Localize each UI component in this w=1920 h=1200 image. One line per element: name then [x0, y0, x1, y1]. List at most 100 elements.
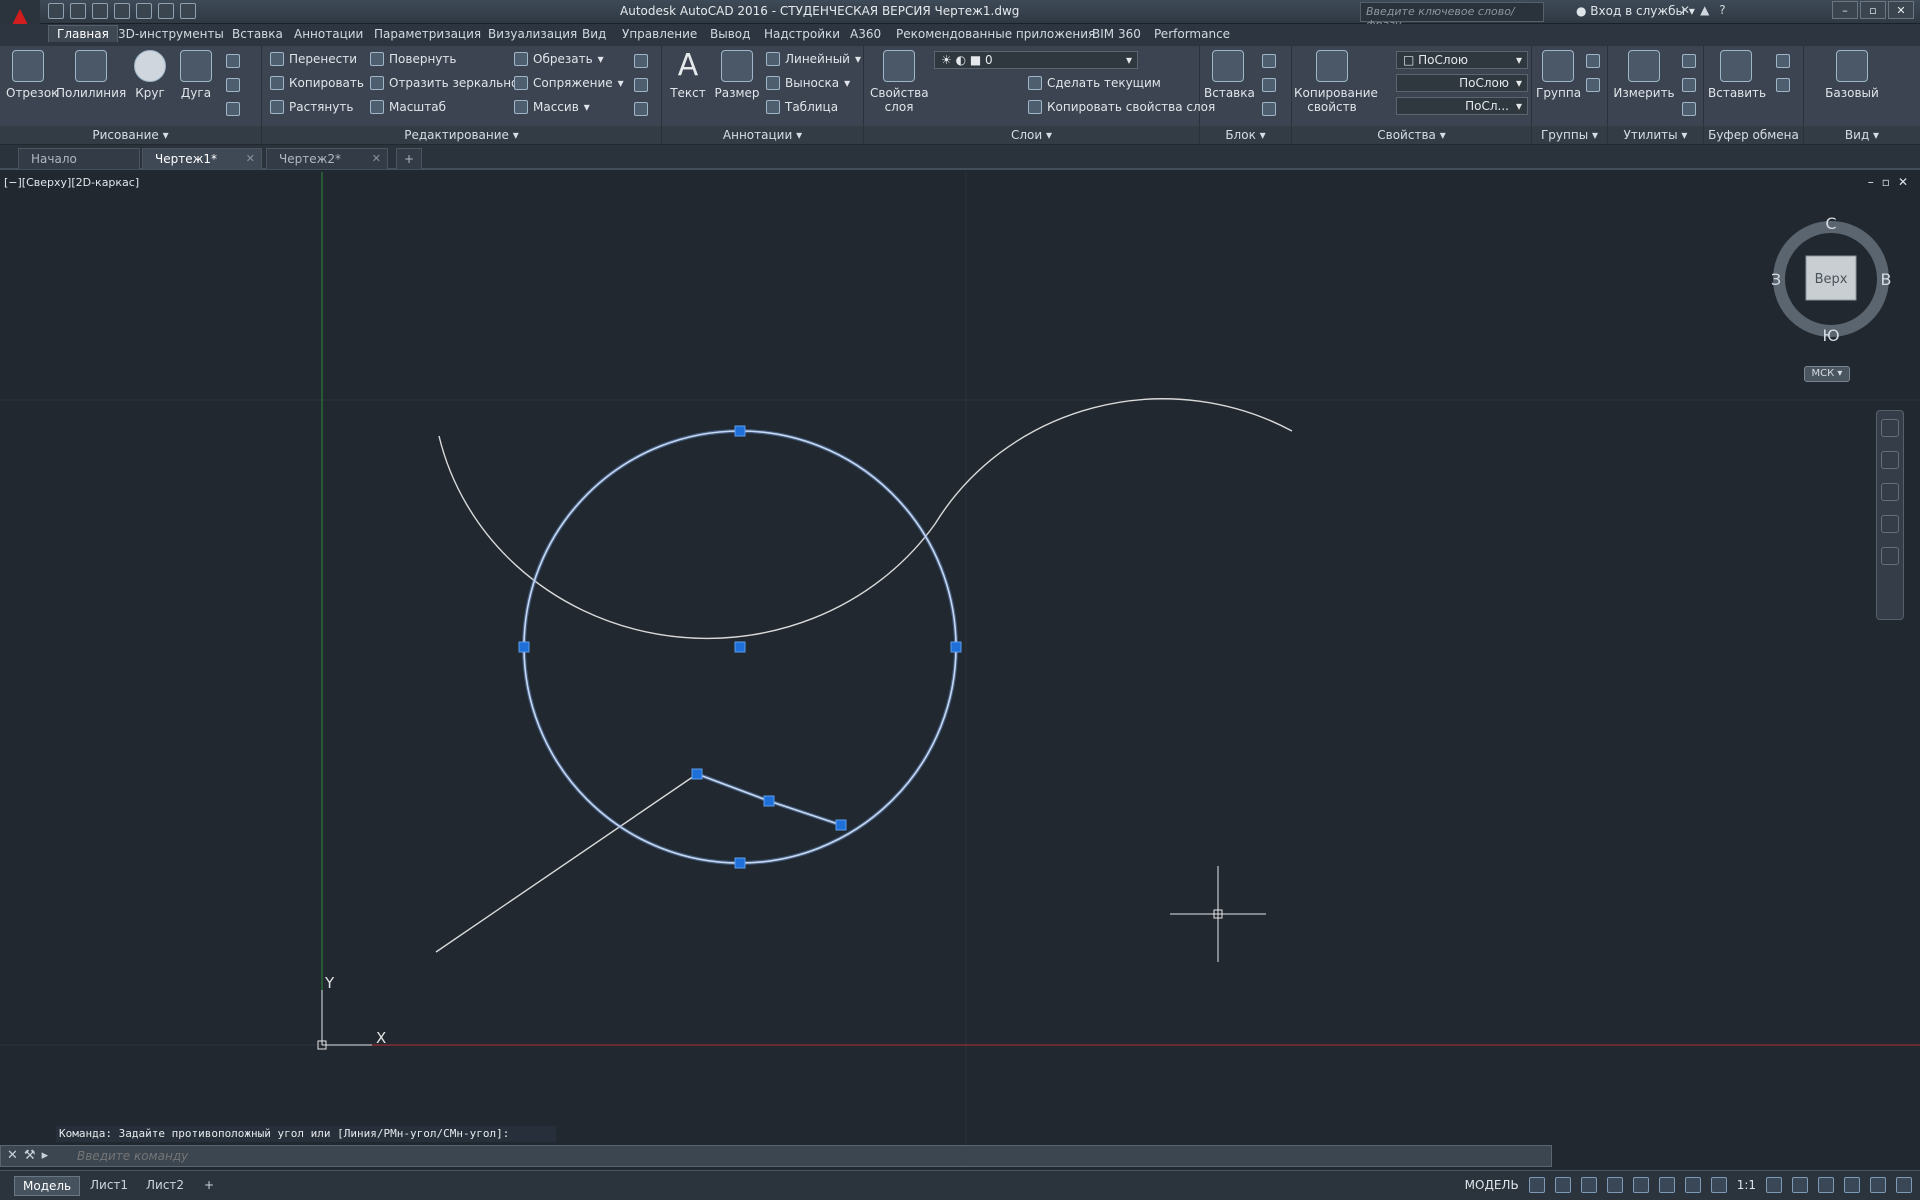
calculator-icon[interactable]	[1682, 102, 1696, 116]
viewcube[interactable]: Верх С Ю В З	[1768, 216, 1894, 342]
grip-circle-right[interactable]	[950, 641, 962, 653]
grip-circle-bottom[interactable]	[734, 857, 746, 869]
grip-circle-top[interactable]	[734, 425, 746, 437]
grip-polyline-mid[interactable]	[763, 795, 775, 807]
grid-icon[interactable]	[1528, 1177, 1545, 1193]
layout-tab-sheet1[interactable]: Лист1	[82, 1176, 136, 1194]
pan-icon[interactable]	[1881, 451, 1899, 469]
tab-annotate[interactable]: Аннотации	[294, 27, 363, 41]
search-input[interactable]: Введите ключевое слово/фразу	[1360, 2, 1544, 31]
lineweight-dropdown[interactable]: ПоСл... ▾	[1396, 97, 1528, 115]
tab-a360[interactable]: A360	[850, 27, 881, 41]
command-prompt-icon[interactable]: ▸	[42, 1148, 49, 1163]
linear-dim-button[interactable]: Линейный ▾	[766, 52, 861, 66]
viewport-close-icon[interactable]: ✕	[1898, 175, 1908, 189]
undo-icon[interactable]	[158, 3, 174, 19]
layer-properties-button[interactable]: Свойства слоя	[870, 50, 929, 114]
save-icon[interactable]	[92, 3, 108, 19]
open-file-icon[interactable]	[70, 3, 86, 19]
layout-tab-model[interactable]: Модель	[14, 1176, 81, 1196]
linetype-dropdown[interactable]: ПоСлою ▾	[1396, 74, 1528, 92]
color-dropdown[interactable]: □ ПоСлою ▾	[1396, 51, 1528, 69]
customize-menu-icon[interactable]	[1896, 1177, 1912, 1193]
arc-right[interactable]	[934, 398, 1293, 525]
tab-manage[interactable]: Управление	[622, 27, 697, 41]
tab-performance[interactable]: Performance	[1154, 27, 1230, 41]
tab-addins[interactable]: Надстройки	[764, 27, 840, 41]
steering-wheel-icon[interactable]	[1881, 419, 1899, 437]
close-icon[interactable]: ✕	[7, 1148, 18, 1163]
panel-modify-label[interactable]: Редактирование ▾	[262, 126, 661, 144]
minimize-button[interactable]: –	[1832, 1, 1858, 19]
tab-output[interactable]: Вывод	[710, 27, 750, 41]
grip-polyline-start[interactable]	[691, 768, 703, 780]
auto-scale-icon[interactable]	[1710, 1177, 1727, 1193]
exchange-icon[interactable]: ✕	[1680, 3, 1690, 17]
compass-east[interactable]: В	[1881, 270, 1892, 289]
drawing-canvas[interactable]: Y X	[0, 172, 1920, 1168]
command-input[interactable]	[75, 1148, 1535, 1164]
panel-utilities-label[interactable]: Утилиты ▾	[1608, 126, 1703, 144]
panel-draw-label[interactable]: Рисование ▾	[0, 126, 261, 144]
edit-attributes-icon[interactable]	[1262, 102, 1276, 116]
tab-view[interactable]: Вид	[582, 27, 606, 41]
close-icon[interactable]: ✕	[372, 152, 381, 165]
rectangle-icon[interactable]	[226, 54, 240, 68]
new-file-icon[interactable]	[48, 3, 64, 19]
drawing-viewport[interactable]: Y X [−][Сверху][2D-каркас] – ▫ ✕	[0, 172, 1920, 1168]
create-block-icon[interactable]	[1262, 54, 1276, 68]
viewport-controls-label[interactable]: [−][Сверху][2D-каркас]	[4, 176, 139, 189]
object-tracking-icon[interactable]	[1658, 1177, 1675, 1193]
compass-north[interactable]: С	[1825, 216, 1836, 233]
tab-home[interactable]: Главная	[48, 25, 118, 42]
panel-block-label[interactable]: Блок ▾	[1200, 126, 1291, 144]
ucs-menu-button[interactable]: МСК ▾	[1804, 366, 1850, 382]
plus-icon[interactable]	[1792, 1177, 1808, 1193]
line-button[interactable]: Отрезок	[6, 50, 58, 100]
move-button[interactable]: Перенести	[270, 52, 357, 66]
group-button[interactable]: Группа	[1536, 50, 1581, 100]
orbit-icon[interactable]	[1881, 515, 1899, 533]
grip-circle-center[interactable]	[734, 641, 746, 653]
annotation-visibility-icon[interactable]	[1684, 1177, 1701, 1193]
panel-properties-label[interactable]: Свойства ▾	[1292, 126, 1531, 144]
add-layout-button[interactable]: +	[196, 1176, 222, 1194]
ellipse-icon[interactable]	[226, 78, 240, 92]
model-space-button[interactable]: МОДЕЛЬ	[1465, 1178, 1519, 1192]
panel-view-label[interactable]: Вид ▾	[1804, 126, 1920, 144]
tab-3d-tools[interactable]: 3D-инструменты	[118, 27, 224, 41]
measure-button[interactable]: Измерить	[1612, 50, 1676, 100]
grip-circle-left[interactable]	[518, 641, 530, 653]
redo-icon[interactable]	[180, 3, 196, 19]
file-tab-drawing2[interactable]: Чертеж2* ✕	[266, 148, 388, 169]
compass-west[interactable]: З	[1771, 270, 1781, 289]
viewport-minimize-icon[interactable]: –	[1868, 175, 1874, 189]
match-properties-button[interactable]: Копирование свойств	[1294, 50, 1378, 114]
clean-screen-icon[interactable]	[1870, 1177, 1886, 1193]
osnap-icon[interactable]	[1632, 1177, 1649, 1193]
make-current-button[interactable]: Сделать текущим	[1028, 76, 1161, 90]
edit-block-icon[interactable]	[1262, 78, 1276, 92]
match-layer-button[interactable]: Копировать свойства слоя	[1028, 100, 1215, 114]
panel-layers-label[interactable]: Слои ▾	[864, 126, 1199, 144]
tab-featured-apps[interactable]: Рекомендованные приложения	[896, 27, 1095, 41]
layout-tab-sheet2[interactable]: Лист2	[138, 1176, 192, 1194]
base-view-button[interactable]: Базовый	[1822, 50, 1882, 100]
insert-block-button[interactable]: Вставка	[1204, 50, 1255, 100]
panel-groups-label[interactable]: Группы ▾	[1532, 126, 1607, 144]
file-tab-start[interactable]: Начало	[18, 148, 140, 169]
new-tab-button[interactable]: +	[396, 148, 422, 169]
workspace-gear-icon[interactable]	[1766, 1177, 1782, 1193]
text-button[interactable]: A Текст	[668, 50, 708, 101]
copy-clip-icon[interactable]	[1776, 78, 1790, 92]
trim-button[interactable]: Обрезать ▾	[514, 52, 604, 66]
cut-icon[interactable]	[1776, 54, 1790, 68]
isolate-objects-icon[interactable]	[1844, 1177, 1860, 1193]
maximize-button[interactable]: ▫	[1860, 1, 1886, 19]
scale-button[interactable]: Масштаб	[370, 100, 446, 114]
ungroup-icon[interactable]	[1586, 54, 1600, 68]
mirror-button[interactable]: Отразить зеркально	[370, 76, 518, 90]
point-icon[interactable]	[1682, 78, 1696, 92]
explode-icon[interactable]	[634, 78, 648, 92]
close-icon[interactable]: ✕	[246, 152, 255, 165]
